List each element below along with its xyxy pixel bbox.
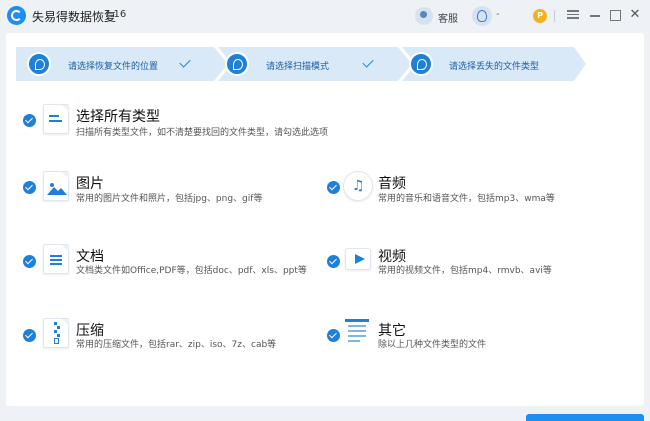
document-checkbox[interactable]	[23, 255, 36, 268]
all-types-icon	[43, 104, 69, 134]
document-desc: 文档类文件如Office,PDF等，包括doc、pdf、xls、ppt等	[76, 266, 307, 276]
step-2-label[interactable]: 请选择扫描模式	[266, 59, 329, 72]
customer-service-icon[interactable]	[415, 7, 433, 25]
other-desc: 除以上几种文件类型的文件	[378, 340, 487, 350]
audio-checkbox[interactable]	[327, 181, 340, 194]
file-type-question-icon	[409, 52, 433, 76]
step-1-label[interactable]: 请选择恢复文件的位置	[68, 59, 158, 72]
archive-checkbox[interactable]	[23, 329, 36, 342]
user-avatar-icon[interactable]	[472, 6, 492, 26]
step-progress-bar: 请选择恢复文件的位置 请选择扫描模式 请选择丢失的文件类型	[16, 47, 586, 81]
step-1-check-icon	[179, 56, 193, 70]
audio-title[interactable]: 音频	[378, 173, 406, 193]
image-desc: 常用的图片文件和照片，包括jpg、png、gif等	[76, 194, 263, 204]
main-panel	[6, 33, 644, 406]
archive-desc: 常用的压缩文件，包括rar、zip、iso、7z、cab等	[76, 340, 277, 350]
all-types-desc: 扫描所有类型文件，如不清楚要找回的文件类型，请勾选此选项	[76, 128, 329, 138]
maximize-icon[interactable]	[608, 8, 622, 22]
customer-service-label[interactable]: 客服	[438, 10, 458, 25]
title-bar: 失易得数据恢复 7.16 客服 - P ✕	[0, 0, 650, 33]
video-checkbox[interactable]	[327, 255, 340, 268]
step-3-label[interactable]: 请选择丢失的文件类型	[449, 59, 539, 72]
menu-icon[interactable]	[566, 8, 580, 22]
document-icon	[43, 244, 69, 274]
step-2-check-icon	[362, 56, 376, 70]
video-play-icon	[345, 248, 371, 270]
next-button[interactable]	[526, 414, 644, 421]
music-note-icon: ♫	[343, 171, 373, 201]
other-checkbox[interactable]	[327, 329, 340, 342]
user-name[interactable]: -	[496, 9, 500, 20]
other-files-icon	[345, 319, 371, 347]
image-title[interactable]: 图片	[76, 173, 104, 193]
scan-mode-icon	[225, 52, 249, 76]
image-checkbox[interactable]	[23, 181, 36, 194]
video-desc: 常用的视频文件，包括mp4、rmvb、avi等	[378, 266, 552, 276]
all-types-title[interactable]: 选择所有类型	[76, 106, 160, 126]
image-icon	[43, 171, 69, 201]
vip-icon[interactable]: P	[533, 9, 547, 23]
title-divider	[554, 10, 555, 22]
all-types-checkbox[interactable]	[23, 114, 36, 127]
app-version: 7.16	[104, 9, 127, 20]
minimize-icon[interactable]	[588, 8, 602, 22]
app-logo-icon	[7, 6, 26, 25]
audio-desc: 常用的音乐和语音文件，包括mp3、wma等	[378, 194, 555, 204]
close-icon[interactable]: ✕	[628, 8, 642, 22]
archive-zip-icon	[43, 318, 69, 348]
location-pin-icon	[27, 52, 51, 76]
